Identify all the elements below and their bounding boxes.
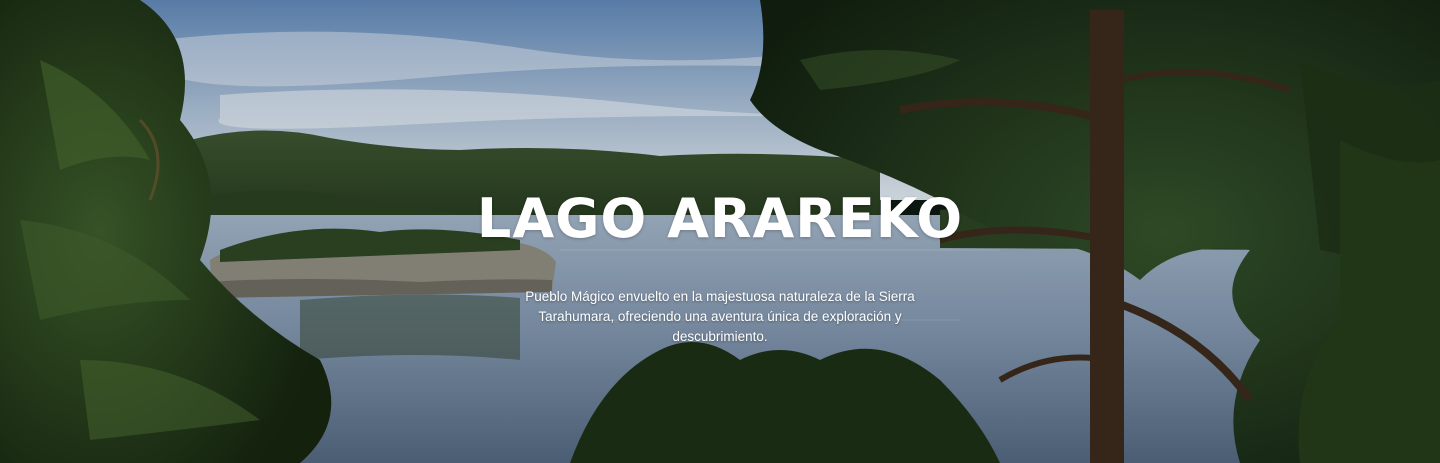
hero-title: LAGO ARAREKO (476, 187, 964, 250)
hero-banner: LAGO ARAREKO Pueblo Mágico envuelto en l… (0, 0, 1440, 463)
hero-description: Pueblo Mágico envuelto en la majestuosa … (525, 289, 915, 344)
